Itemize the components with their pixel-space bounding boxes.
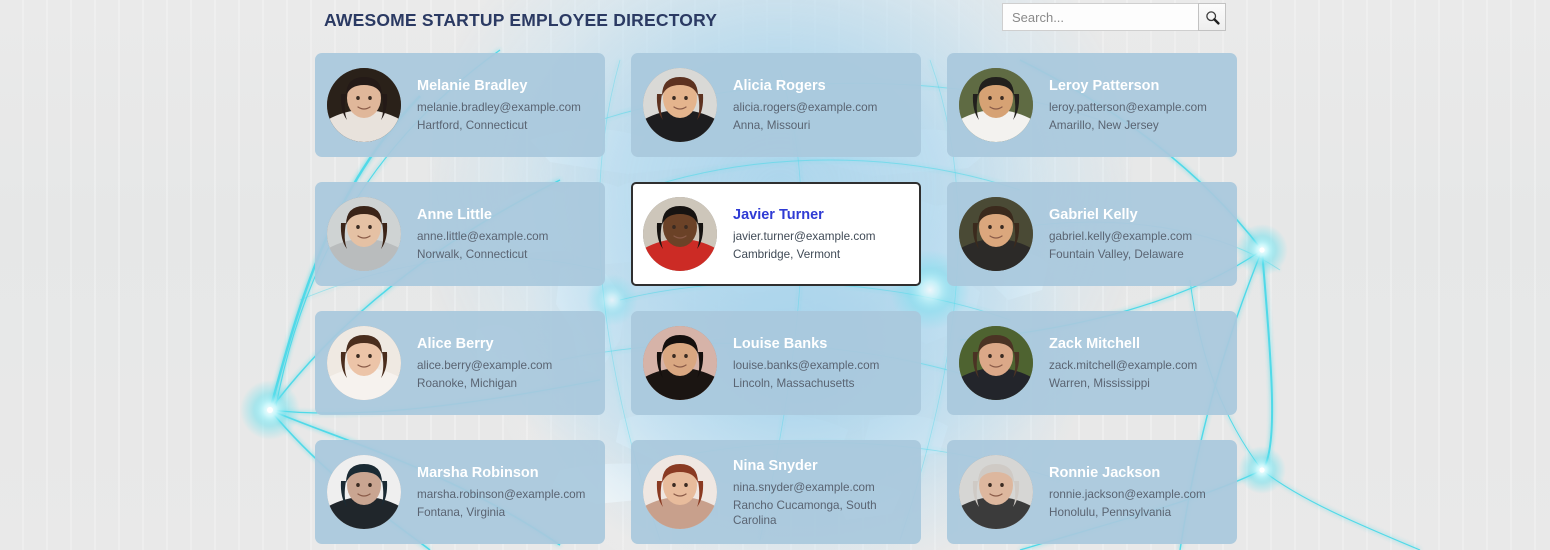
avatar xyxy=(643,197,717,271)
avatar-image xyxy=(327,197,401,271)
employee-name: Melanie Bradley xyxy=(417,78,528,94)
avatar xyxy=(643,455,717,529)
avatar-image xyxy=(643,455,717,529)
employee-name: Ronnie Jackson xyxy=(1049,465,1161,481)
employee-directory-page: AWESOME STARTUP EMPLOYEE DIRECTORY Melan… xyxy=(0,0,1550,550)
avatar xyxy=(327,68,401,142)
page-header: AWESOME STARTUP EMPLOYEE DIRECTORY xyxy=(0,0,1550,44)
employee-email: leroy.patterson@example.com xyxy=(1049,101,1207,114)
employee-name: Gabriel Kelly xyxy=(1049,207,1138,223)
employee-grid: Melanie Bradley melanie.bradley@example.c… xyxy=(315,53,1240,544)
employee-location: Norwalk, Connecticut xyxy=(417,248,528,261)
employee-details: Leroy Patterson leroy.patterson@example.c… xyxy=(1049,77,1207,133)
employee-email: louise.banks@example.com xyxy=(733,359,880,372)
employee-details: Marsha Robinson marsha.robinson@example.c… xyxy=(417,464,585,520)
employee-card[interactable]: Anne Little anne.little@example.com Norwal… xyxy=(315,182,605,286)
avatar-image xyxy=(327,326,401,400)
employee-details: Alice Berry alice.berry@example.com Roanok… xyxy=(417,335,552,391)
employee-location: Hartford, Connecticut xyxy=(417,119,528,132)
employee-email: gabriel.kelly@example.com xyxy=(1049,230,1193,243)
employee-details: Anne Little anne.little@example.com Norwal… xyxy=(417,206,548,262)
search-bar xyxy=(1002,3,1226,31)
employee-location: Fontana, Virginia xyxy=(417,506,506,519)
employee-location: Warren, Mississippi xyxy=(1049,377,1150,390)
avatar-image xyxy=(959,68,1033,142)
employee-location: Roanoke, Michigan xyxy=(417,377,518,390)
employee-name: Louise Banks xyxy=(733,336,828,352)
employee-location: Honolulu, Pennsylvania xyxy=(1049,506,1172,519)
employee-details: Gabriel Kelly gabriel.kelly@example.com Fo… xyxy=(1049,206,1192,262)
employee-name: Anne Little xyxy=(417,207,492,223)
search-icon xyxy=(1205,10,1220,25)
avatar xyxy=(959,326,1033,400)
employee-card[interactable]: Alice Berry alice.berry@example.com Roanok… xyxy=(315,311,605,415)
avatar xyxy=(959,197,1033,271)
employee-card[interactable]: Ronnie Jackson ronnie.jackson@example.com… xyxy=(947,440,1237,544)
avatar xyxy=(327,326,401,400)
employee-details: Ronnie Jackson ronnie.jackson@example.com… xyxy=(1049,464,1206,520)
employee-location: Rancho Cucamonga, South Carolina xyxy=(733,498,877,527)
search-input[interactable] xyxy=(1002,3,1198,31)
employee-name: Leroy Patterson xyxy=(1049,78,1160,94)
employee-email: marsha.robinson@example.com xyxy=(417,488,586,501)
employee-card[interactable]: Gabriel Kelly gabriel.kelly@example.com Fo… xyxy=(947,182,1237,286)
employee-location: Cambridge, Vermont xyxy=(733,248,841,261)
employee-details: Nina Snyder nina.snyder@example.com Rancho… xyxy=(733,457,909,528)
employee-email: nina.snyder@example.com xyxy=(733,480,875,494)
employee-email: ronnie.jackson@example.com xyxy=(1049,488,1206,501)
employee-card[interactable]: Louise Banks louise.banks@example.com Linc… xyxy=(631,311,921,415)
employee-details: Alicia Rogers alicia.rogers@example.com An… xyxy=(733,77,877,133)
employee-card[interactable]: Javier Turner javier.turner@example.com Ca… xyxy=(631,182,921,286)
employee-details: Javier Turner javier.turner@example.com Ca… xyxy=(733,206,875,262)
employee-email: javier.turner@example.com xyxy=(733,230,876,243)
avatar-image xyxy=(959,326,1033,400)
avatar-image xyxy=(959,455,1033,529)
avatar xyxy=(643,326,717,400)
avatar-image xyxy=(327,455,401,529)
avatar xyxy=(959,455,1033,529)
avatar-image xyxy=(643,68,717,142)
employee-details: Zack Mitchell zack.mitchell@example.com Wa… xyxy=(1049,335,1197,391)
employee-card[interactable]: Alicia Rogers alicia.rogers@example.com An… xyxy=(631,53,921,157)
employee-name: Marsha Robinson xyxy=(417,465,539,481)
avatar xyxy=(327,455,401,529)
employee-email: anne.little@example.com xyxy=(417,230,549,243)
page-title: AWESOME STARTUP EMPLOYEE DIRECTORY xyxy=(324,10,718,30)
employee-name: Nina Snyder xyxy=(733,457,818,474)
employee-card[interactable]: Zack Mitchell zack.mitchell@example.com Wa… xyxy=(947,311,1237,415)
avatar xyxy=(643,68,717,142)
employee-location: Fountain Valley, Delaware xyxy=(1049,248,1184,261)
employee-location: Amarillo, New Jersey xyxy=(1049,119,1159,132)
avatar xyxy=(327,197,401,271)
employee-card[interactable]: Nina Snyder nina.snyder@example.com Rancho… xyxy=(631,440,921,544)
employee-email: zack.mitchell@example.com xyxy=(1049,359,1198,372)
employee-details: Louise Banks louise.banks@example.com Linc… xyxy=(733,335,879,391)
search-button[interactable] xyxy=(1198,3,1226,31)
avatar-image xyxy=(643,197,717,271)
employee-name: Javier Turner xyxy=(733,207,824,223)
employee-name: Alicia Rogers xyxy=(733,78,826,94)
employee-name: Zack Mitchell xyxy=(1049,336,1141,352)
avatar-image xyxy=(959,197,1033,271)
avatar-image xyxy=(643,326,717,400)
employee-name: Alice Berry xyxy=(417,336,494,352)
avatar-image xyxy=(327,68,401,142)
employee-card[interactable]: Marsha Robinson marsha.robinson@example.c… xyxy=(315,440,605,544)
employee-location: Lincoln, Massachusetts xyxy=(733,377,855,390)
employee-email: melanie.bradley@example.com xyxy=(417,101,581,114)
employee-email: alice.berry@example.com xyxy=(417,359,553,372)
avatar xyxy=(959,68,1033,142)
employee-details: Melanie Bradley melanie.bradley@example.c… xyxy=(417,77,581,133)
employee-email: alicia.rogers@example.com xyxy=(733,101,878,114)
employee-card[interactable]: Leroy Patterson leroy.patterson@example.c… xyxy=(947,53,1237,157)
employee-card[interactable]: Melanie Bradley melanie.bradley@example.c… xyxy=(315,53,605,157)
employee-location: Anna, Missouri xyxy=(733,119,811,132)
